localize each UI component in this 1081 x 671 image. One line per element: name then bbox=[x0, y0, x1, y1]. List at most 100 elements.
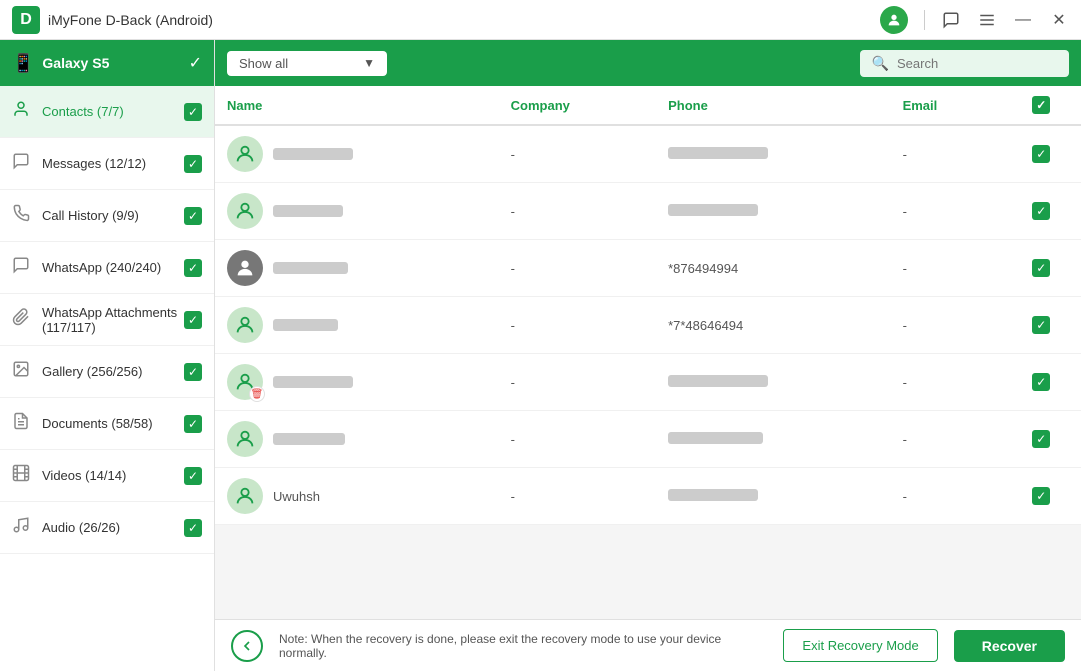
contact-select-cell[interactable]: ✓ bbox=[1002, 468, 1081, 525]
col-email: Email bbox=[891, 86, 1002, 125]
app-logo: D bbox=[12, 6, 40, 34]
table-row[interactable]: - - ✓ bbox=[215, 183, 1081, 240]
contact-phone-cell bbox=[656, 411, 891, 468]
contact-company-cell: - bbox=[499, 411, 656, 468]
contact-select-cell[interactable]: ✓ bbox=[1002, 354, 1081, 411]
messages-label: Messages (12/12) bbox=[42, 156, 184, 171]
contact-name-cell bbox=[215, 183, 499, 240]
chat-icon[interactable] bbox=[941, 10, 961, 30]
back-button[interactable] bbox=[231, 630, 263, 662]
contact-phone-cell: *7*48646494 bbox=[656, 297, 891, 354]
messages-icon bbox=[12, 152, 34, 175]
filter-dropdown[interactable]: Show all ▼ bbox=[227, 51, 387, 76]
sidebar-item-contacts[interactable]: Contacts (7/7) ✓ bbox=[0, 86, 214, 138]
contact-company-cell: - bbox=[499, 297, 656, 354]
sidebar-item-gallery[interactable]: Gallery (256/256) ✓ bbox=[0, 346, 214, 398]
footer-note: Note: When the recovery is done, please … bbox=[279, 632, 767, 660]
table-row[interactable]: - *876494994 - ✓ bbox=[215, 240, 1081, 297]
titlebar: D iMyFone D-Back (Android) — ✕ bbox=[0, 0, 1081, 40]
contacts-checkbox[interactable]: ✓ bbox=[184, 103, 202, 121]
whatsapp-attachments-checkbox[interactable]: ✓ bbox=[184, 311, 202, 329]
contact-select-cell[interactable]: ✓ bbox=[1002, 183, 1081, 240]
contact-select-cell[interactable]: ✓ bbox=[1002, 411, 1081, 468]
contact-name-cell: Uwuhsh bbox=[215, 468, 499, 525]
table-header-row: Name Company Phone Email ✓ bbox=[215, 86, 1081, 125]
search-input[interactable] bbox=[897, 56, 1057, 71]
contact-name-cell: 🗑 bbox=[215, 354, 499, 411]
contact-select-cell[interactable]: ✓ bbox=[1002, 240, 1081, 297]
documents-checkbox[interactable]: ✓ bbox=[184, 415, 202, 433]
sidebar-item-whatsapp[interactable]: WhatsApp (240/240) ✓ bbox=[0, 242, 214, 294]
sidebar-item-whatsapp-attachments[interactable]: WhatsApp Attachments (117/117) ✓ bbox=[0, 294, 214, 346]
contact-email-cell: - bbox=[891, 297, 1002, 354]
minimize-button[interactable]: — bbox=[1013, 10, 1033, 30]
call-history-checkbox[interactable]: ✓ bbox=[184, 207, 202, 225]
contact-phone-cell bbox=[656, 354, 891, 411]
videos-checkbox[interactable]: ✓ bbox=[184, 467, 202, 485]
documents-label: Documents (58/58) bbox=[42, 416, 184, 431]
col-phone: Phone bbox=[656, 86, 891, 125]
documents-icon bbox=[12, 412, 34, 435]
separator bbox=[924, 10, 925, 30]
whatsapp-checkbox[interactable]: ✓ bbox=[184, 259, 202, 277]
call-history-label: Call History (9/9) bbox=[42, 208, 184, 223]
contact-select-cell[interactable]: ✓ bbox=[1002, 297, 1081, 354]
contact-email-cell: - bbox=[891, 240, 1002, 297]
recover-button[interactable]: Recover bbox=[954, 630, 1065, 662]
videos-icon bbox=[12, 464, 34, 487]
footer: Note: When the recovery is done, please … bbox=[215, 619, 1081, 671]
dropdown-text: Show all bbox=[239, 56, 355, 71]
window-controls: — ✕ bbox=[880, 6, 1069, 34]
contact-company-cell: - bbox=[499, 240, 656, 297]
contact-select-cell[interactable]: ✓ bbox=[1002, 125, 1081, 183]
contact-email-cell: - bbox=[891, 125, 1002, 183]
sidebar-item-call-history[interactable]: Call History (9/9) ✓ bbox=[0, 190, 214, 242]
sidebar-item-audio[interactable]: Audio (26/26) ✓ bbox=[0, 502, 214, 554]
contact-company-cell: - bbox=[499, 468, 656, 525]
contact-name-cell bbox=[215, 240, 499, 297]
table-row[interactable]: - *7*48646494 - ✓ bbox=[215, 297, 1081, 354]
table-row[interactable]: 🗑 - - ✓ bbox=[215, 354, 1081, 411]
col-select-all[interactable]: ✓ bbox=[1002, 86, 1081, 125]
contact-company-cell: - bbox=[499, 354, 656, 411]
device-check-icon: ✓ bbox=[189, 53, 202, 73]
table-row[interactable]: Uwuhsh - - ✓ bbox=[215, 468, 1081, 525]
dropdown-arrow-icon: ▼ bbox=[363, 56, 375, 70]
gallery-label: Gallery (256/256) bbox=[42, 364, 184, 379]
contact-email-cell: - bbox=[891, 354, 1002, 411]
audio-label: Audio (26/26) bbox=[42, 520, 184, 535]
audio-icon bbox=[12, 516, 34, 539]
gallery-checkbox[interactable]: ✓ bbox=[184, 363, 202, 381]
contact-phone-cell bbox=[656, 468, 891, 525]
device-info: 📱 Galaxy S5 bbox=[12, 53, 109, 74]
contacts-label: Contacts (7/7) bbox=[42, 104, 184, 119]
exit-recovery-button[interactable]: Exit Recovery Mode bbox=[783, 629, 937, 662]
search-box[interactable]: 🔍 bbox=[860, 50, 1069, 77]
contacts-table-container: Name Company Phone Email ✓ bbox=[215, 86, 1081, 619]
whatsapp-label: WhatsApp (240/240) bbox=[42, 260, 184, 275]
contact-email-cell: - bbox=[891, 411, 1002, 468]
contact-name-cell bbox=[215, 411, 499, 468]
sidebar-item-messages[interactable]: Messages (12/12) ✓ bbox=[0, 138, 214, 190]
table-row[interactable]: - - ✓ bbox=[215, 125, 1081, 183]
contact-name-cell bbox=[215, 297, 499, 354]
search-icon: 🔍 bbox=[872, 55, 889, 72]
contact-company-cell: - bbox=[499, 125, 656, 183]
sidebar: 📱 Galaxy S5 ✓ Contacts (7/7) ✓ Messages … bbox=[0, 40, 215, 671]
sidebar-item-documents[interactable]: Documents (58/58) ✓ bbox=[0, 398, 214, 450]
contact-phone-cell bbox=[656, 183, 891, 240]
sidebar-item-videos[interactable]: Videos (14/14) ✓ bbox=[0, 450, 214, 502]
contact-phone-cell: *876494994 bbox=[656, 240, 891, 297]
device-icon: 📱 bbox=[12, 53, 34, 74]
audio-checkbox[interactable]: ✓ bbox=[184, 519, 202, 537]
content-area: Show all ▼ 🔍 Name Company Phone Email bbox=[215, 40, 1081, 671]
app-title: iMyFone D-Back (Android) bbox=[48, 12, 880, 28]
user-avatar[interactable] bbox=[880, 6, 908, 34]
messages-checkbox[interactable]: ✓ bbox=[184, 155, 202, 173]
contacts-table: Name Company Phone Email ✓ bbox=[215, 86, 1081, 525]
menu-icon[interactable] bbox=[977, 10, 997, 30]
device-name: Galaxy S5 bbox=[42, 55, 109, 71]
close-button[interactable]: ✕ bbox=[1049, 10, 1069, 30]
contact-email-cell: - bbox=[891, 468, 1002, 525]
table-row[interactable]: - - ✓ bbox=[215, 411, 1081, 468]
